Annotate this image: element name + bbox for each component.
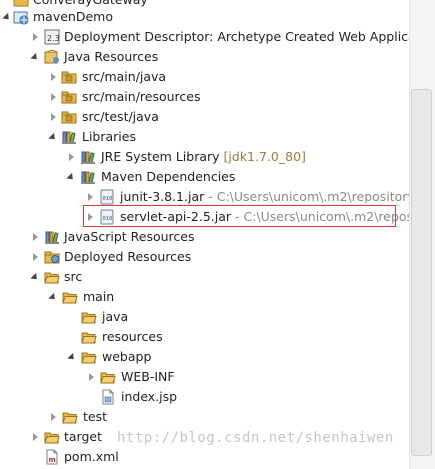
collapsed-toggle-icon[interactable]	[30, 427, 40, 447]
highlight-box	[83, 205, 396, 227]
tree-item-label: Libraries	[82, 129, 136, 144]
tree-item-main[interactable]: main	[0, 287, 409, 307]
web-project-icon	[13, 9, 29, 25]
javascript-resources-icon	[44, 229, 60, 245]
tree-item-libraries[interactable]: Libraries	[0, 127, 409, 147]
tree-item-label: Java Resources	[64, 49, 159, 64]
folder-icon	[44, 429, 60, 445]
tree-item-web-inf[interactable]: WEB-INF	[0, 367, 409, 387]
expanded-toggle-icon[interactable]	[48, 127, 58, 147]
collapsed-toggle-icon[interactable]	[30, 27, 40, 47]
tree-item-deployed-resources[interactable]: Deployed Resources	[0, 247, 409, 267]
tree-item-src[interactable]: src	[0, 267, 409, 287]
project-explorer-tree: ConverayGateway mavenDemo 2.3 Deployment…	[0, 0, 409, 469]
expanded-toggle-icon[interactable]	[30, 267, 40, 287]
expanded-toggle-icon[interactable]	[67, 347, 77, 367]
tree-item-label: Deployment Descriptor: Archetype Created…	[64, 29, 409, 44]
collapsed-toggle-icon[interactable]	[30, 227, 40, 247]
tree-item-label: pom.xml	[64, 449, 119, 464]
jar-name: junit-3.8.1.jar	[120, 189, 205, 204]
open-folder-icon	[81, 349, 97, 365]
expanded-toggle-icon[interactable]	[66, 167, 76, 187]
tree-item-mavendemo[interactable]: mavenDemo	[0, 7, 409, 27]
tree-item-label: index.jsp	[121, 389, 178, 404]
tree-item-junit-jar[interactable]: 010 junit-3.8.1.jar - C:\Users\unicom\.m…	[0, 187, 409, 207]
tree-item-label: Deployed Resources	[64, 249, 192, 264]
tree-item-label: resources	[102, 329, 163, 344]
tree-item-jre-system-library[interactable]: JRE System Library [jdk1.7.0_80]	[0, 147, 409, 167]
tree-item-index-jsp[interactable]: index.jsp	[0, 387, 409, 407]
collapsed-toggle-icon[interactable]	[86, 367, 96, 387]
collapsed-toggle-icon[interactable]	[48, 107, 58, 127]
tree-item-src-main-resources[interactable]: src/main/resources	[0, 87, 409, 107]
library-version: [jdk1.7.0_80]	[223, 149, 306, 164]
tree-item-label: main	[83, 289, 115, 304]
open-folder-icon	[44, 269, 60, 285]
folder-icon	[100, 369, 116, 385]
tree-item-label: java	[102, 309, 129, 324]
tree-item-label: WEB-INF	[121, 369, 175, 384]
tree-item-test[interactable]: test	[0, 407, 409, 427]
library-icon	[80, 149, 96, 165]
source-folder-icon	[61, 89, 77, 105]
tree-item-label: src/main/java	[82, 69, 167, 84]
collapsed-toggle-icon[interactable]	[48, 407, 58, 427]
svg-text:2.3: 2.3	[47, 34, 60, 43]
library-icon	[80, 169, 96, 185]
watermark: http://blog.csdn.net/shenhaiwen	[117, 430, 394, 446]
java-resources-icon	[44, 49, 60, 65]
tree-item-label: test	[83, 409, 108, 424]
deployed-resources-icon	[44, 249, 60, 265]
jsp-file-icon	[100, 389, 116, 405]
tree-item-webapp[interactable]: webapp	[0, 347, 409, 367]
expanded-toggle-icon[interactable]	[48, 287, 58, 307]
tree-item-maven-dependencies[interactable]: Maven Dependencies	[0, 167, 409, 187]
svg-text:m: m	[49, 456, 56, 464]
collapsed-toggle-icon[interactable]	[30, 247, 40, 267]
open-folder-icon	[62, 289, 78, 305]
tree-item-java-resources[interactable]: Java Resources	[0, 47, 409, 67]
svg-text:010: 010	[103, 196, 113, 202]
libraries-icon	[61, 129, 77, 145]
tree-item-label: Maven Dependencies	[101, 169, 236, 184]
tree-item-resources[interactable]: resources	[0, 327, 409, 347]
collapsed-toggle-icon[interactable]	[85, 187, 95, 207]
folder-icon	[62, 409, 78, 425]
tree-item-label: webapp	[102, 349, 152, 364]
tree-item-label: src	[64, 269, 83, 284]
tree-item-label: JavaScript Resources	[64, 229, 195, 244]
scrollbar-thumb[interactable]	[411, 89, 432, 456]
expanded-toggle-icon[interactable]	[2, 7, 12, 27]
collapsed-toggle-icon[interactable]	[48, 87, 58, 107]
tree-item-javascript-resources[interactable]: JavaScript Resources	[0, 227, 409, 247]
source-folder-icon	[61, 109, 77, 125]
tree-item-label: junit-3.8.1.jar - C:\Users\unicom\.m2\re…	[120, 187, 409, 207]
folder-icon	[81, 329, 97, 345]
jar-path: - C:\Users\unicom\.m2\repository\ju	[208, 189, 409, 204]
maven-pom-icon: m	[44, 449, 60, 465]
tree-item-label: target	[64, 429, 103, 444]
tree-item-src-test-java[interactable]: src/test/java	[0, 107, 409, 127]
tree-item-pom-xml[interactable]: m pom.xml	[0, 447, 409, 467]
library-name: JRE System Library	[101, 149, 220, 164]
tree-item-label: JRE System Library [jdk1.7.0_80]	[101, 147, 306, 167]
tree-item-label: src/main/resources	[82, 89, 201, 104]
source-folder-icon	[61, 69, 77, 85]
tree-item-java[interactable]: java	[0, 307, 409, 327]
collapsed-toggle-icon[interactable]	[66, 147, 76, 167]
expanded-toggle-icon[interactable]	[30, 47, 40, 67]
folder-icon	[81, 309, 97, 325]
collapsed-toggle-icon[interactable]	[48, 67, 58, 87]
tree-item-label: mavenDemo	[33, 9, 113, 24]
tree-item-src-main-java[interactable]: src/main/java	[0, 67, 409, 87]
tree-item-label: src/test/java	[82, 109, 159, 124]
tree-item-deployment-descriptor[interactable]: 2.3 Deployment Descriptor: Archetype Cre…	[0, 27, 409, 47]
deployment-descriptor-icon: 2.3	[44, 29, 60, 45]
jar-icon: 010	[99, 189, 115, 205]
